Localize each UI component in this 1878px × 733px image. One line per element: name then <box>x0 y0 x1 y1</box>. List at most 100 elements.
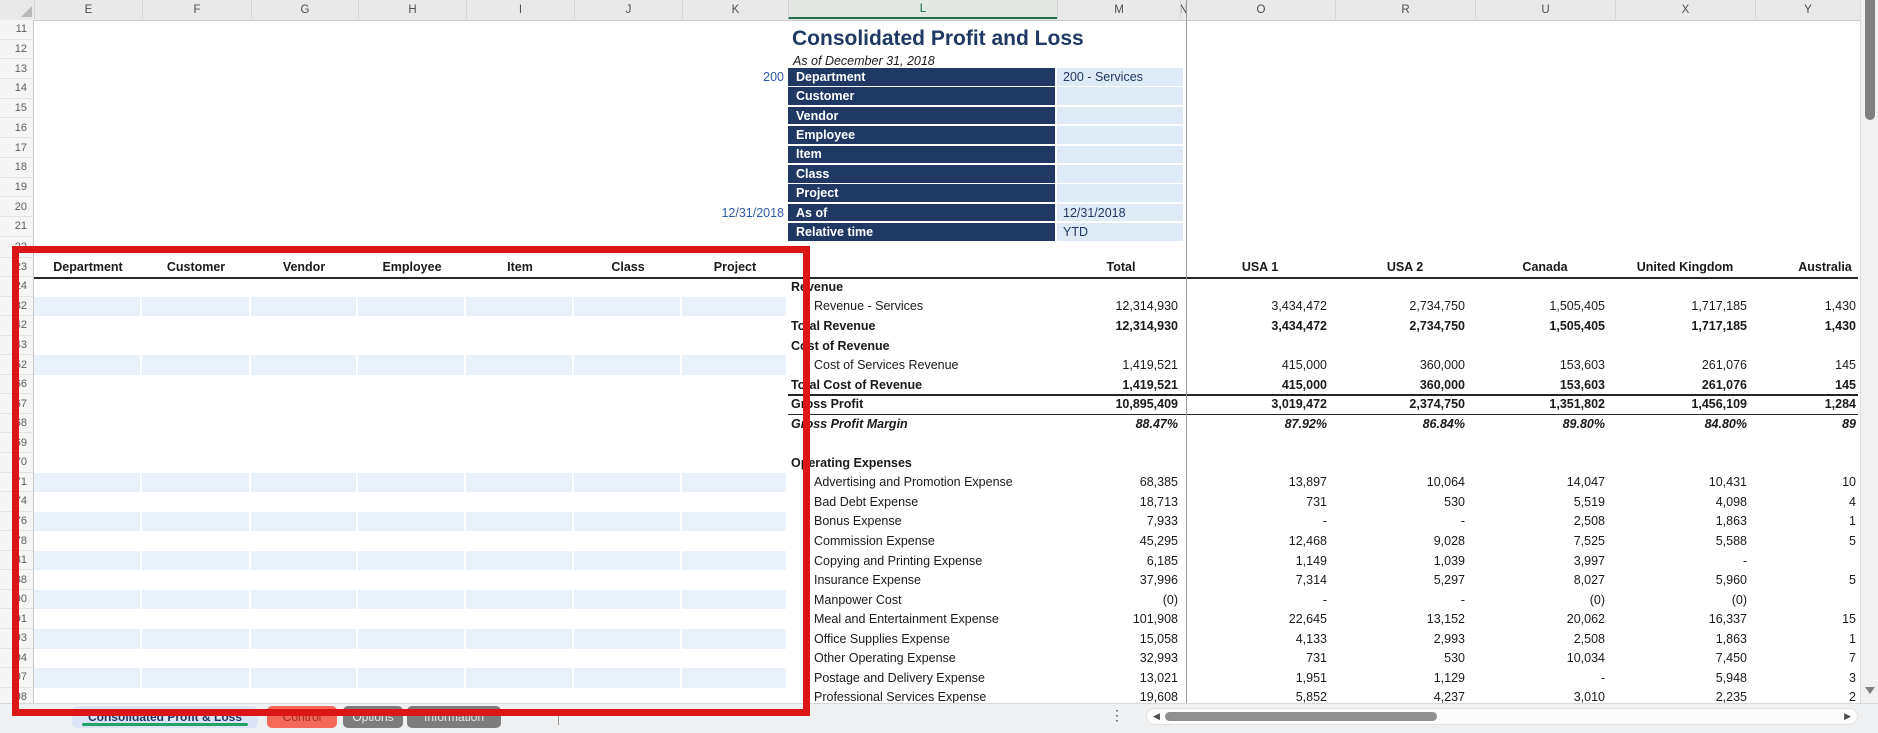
value-cell[interactable]: 13,897 <box>1187 473 1327 493</box>
row-header-17[interactable]: 17 <box>0 138 33 158</box>
value-cell[interactable]: 13,021 <box>1038 668 1178 688</box>
banded-row-cell[interactable] <box>574 590 680 610</box>
value-cell[interactable]: 5,852 <box>1187 688 1327 703</box>
banded-row-cell[interactable] <box>574 355 680 375</box>
row-header-69[interactable]: 69 <box>0 434 33 454</box>
value-cell[interactable]: 1,717,185 <box>1607 316 1747 336</box>
row-label[interactable]: Operating Expenses <box>791 453 1151 473</box>
scrollbar-splitter-dots-icon[interactable]: ⋮ <box>1110 707 1124 724</box>
row-header-94[interactable]: 94 <box>0 649 33 669</box>
row-header-19[interactable]: 19 <box>0 178 33 198</box>
filter-value-customer[interactable] <box>1057 87 1183 105</box>
value-cell[interactable]: 360,000 <box>1325 355 1465 375</box>
column-header-F[interactable]: F <box>142 0 251 19</box>
value-cell[interactable]: 84.80% <box>1607 414 1747 434</box>
banded-row-cell[interactable] <box>358 473 464 493</box>
banded-row-cell[interactable] <box>142 355 249 375</box>
value-cell[interactable]: 145 <box>1755 355 1856 375</box>
banded-row-cell[interactable] <box>682 668 786 688</box>
value-cell[interactable]: 87.92% <box>1187 414 1327 434</box>
value-cell[interactable]: 12,314,930 <box>1038 316 1178 336</box>
value-cell[interactable]: 15 <box>1755 609 1856 629</box>
row-header-66[interactable]: 66 <box>0 375 33 395</box>
banded-row-cell[interactable] <box>466 512 572 532</box>
banded-row-cell[interactable] <box>682 473 786 493</box>
column-header-M[interactable]: M <box>1057 0 1180 19</box>
value-cell[interactable]: 1,039 <box>1325 551 1465 571</box>
value-cell[interactable]: 153,603 <box>1465 375 1605 395</box>
value-cell[interactable]: 8,027 <box>1465 570 1605 590</box>
row-label[interactable]: Cost of Revenue <box>791 336 1151 356</box>
row-label[interactable]: Revenue <box>791 277 1151 297</box>
row-header-88[interactable]: 88 <box>0 570 33 590</box>
value-cell[interactable]: 1,419,521 <box>1038 375 1178 395</box>
banded-row-cell[interactable] <box>358 297 464 317</box>
banded-row-cell[interactable] <box>251 297 356 317</box>
banded-row-cell[interactable] <box>142 297 249 317</box>
value-cell[interactable]: 2,734,750 <box>1325 316 1465 336</box>
value-cell[interactable]: 1,351,802 <box>1465 394 1605 414</box>
row-header-68[interactable]: 68 <box>0 414 33 434</box>
value-cell[interactable]: (0) <box>1607 590 1747 610</box>
value-cell[interactable]: 7,450 <box>1607 649 1747 669</box>
scroll-down-arrow-icon[interactable] <box>1865 687 1875 694</box>
column-header-H[interactable]: H <box>358 0 466 19</box>
column-header-I[interactable]: I <box>466 0 574 19</box>
banded-row-cell[interactable] <box>251 355 356 375</box>
filter-value-item[interactable] <box>1057 146 1183 164</box>
row-header-15[interactable]: 15 <box>0 99 33 119</box>
value-cell[interactable]: 4,098 <box>1607 492 1747 512</box>
banded-row-cell[interactable] <box>142 629 249 649</box>
column-headers[interactable]: EFGHIJKLMNORUXY <box>0 0 1860 21</box>
scroll-right-arrow-icon[interactable]: ▶ <box>1844 712 1851 721</box>
value-cell[interactable]: 45,295 <box>1038 531 1178 551</box>
value-cell[interactable]: 530 <box>1325 492 1465 512</box>
value-cell[interactable]: 1,284 <box>1755 394 1856 414</box>
row-header-91[interactable]: 91 <box>0 609 33 629</box>
row-header-14[interactable]: 14 <box>0 79 33 99</box>
value-cell[interactable]: 3,434,472 <box>1187 297 1327 317</box>
filter-value-relative-time[interactable]: YTD <box>1057 223 1183 241</box>
value-cell[interactable]: 1,149 <box>1187 551 1327 571</box>
value-cell[interactable]: 16,337 <box>1607 609 1747 629</box>
row-header-93[interactable]: 93 <box>0 629 33 649</box>
value-cell[interactable]: 1,430 <box>1755 316 1856 336</box>
row-header-76[interactable]: 76 <box>0 512 33 532</box>
value-cell[interactable]: 6,185 <box>1038 551 1178 571</box>
value-cell[interactable]: 68,385 <box>1038 473 1178 493</box>
banded-row-cell[interactable] <box>142 590 249 610</box>
value-cell[interactable]: 145 <box>1755 375 1856 395</box>
value-cell[interactable]: 22,645 <box>1187 609 1327 629</box>
row-header-24[interactable]: 24 <box>0 277 33 297</box>
banded-row-cell[interactable] <box>466 551 572 571</box>
horizontal-scrollbar[interactable]: ◀ ▶ <box>1146 708 1858 725</box>
banded-row-cell[interactable] <box>142 512 249 532</box>
value-cell[interactable]: 261,076 <box>1607 375 1747 395</box>
sheet-tab-information[interactable]: Information <box>407 706 501 728</box>
horizontal-scrollbar-thumb[interactable] <box>1165 712 1437 721</box>
value-cell[interactable]: 2,734,750 <box>1325 297 1465 317</box>
value-cell[interactable]: 415,000 <box>1187 375 1327 395</box>
value-cell[interactable]: 3,434,472 <box>1187 316 1327 336</box>
value-cell[interactable]: 261,076 <box>1607 355 1747 375</box>
row-header-98[interactable]: 98 <box>0 688 33 703</box>
value-cell[interactable]: 7,314 <box>1187 570 1327 590</box>
filter-value-project[interactable] <box>1057 184 1183 202</box>
banded-row-cell[interactable] <box>466 668 572 688</box>
row-header-21[interactable]: 21 <box>0 217 33 237</box>
row-header-43[interactable]: 43 <box>0 336 33 356</box>
banded-row-cell[interactable] <box>34 355 140 375</box>
banded-row-cell[interactable] <box>466 629 572 649</box>
value-cell[interactable]: 530 <box>1325 649 1465 669</box>
filter-value-department[interactable]: 200 - Services <box>1057 68 1183 86</box>
value-cell[interactable]: 1,430 <box>1755 297 1856 317</box>
value-cell[interactable]: 2,374,750 <box>1325 394 1465 414</box>
value-cell[interactable]: 5,297 <box>1325 570 1465 590</box>
row-header-11[interactable]: 11 <box>0 20 33 40</box>
value-cell[interactable]: 1,951 <box>1187 668 1327 688</box>
banded-row-cell[interactable] <box>358 355 464 375</box>
row-header-20[interactable]: 20 <box>0 197 33 217</box>
value-cell[interactable]: 15,058 <box>1038 629 1178 649</box>
value-cell[interactable]: 4,133 <box>1187 629 1327 649</box>
tab-area-splitter[interactable] <box>558 711 559 725</box>
